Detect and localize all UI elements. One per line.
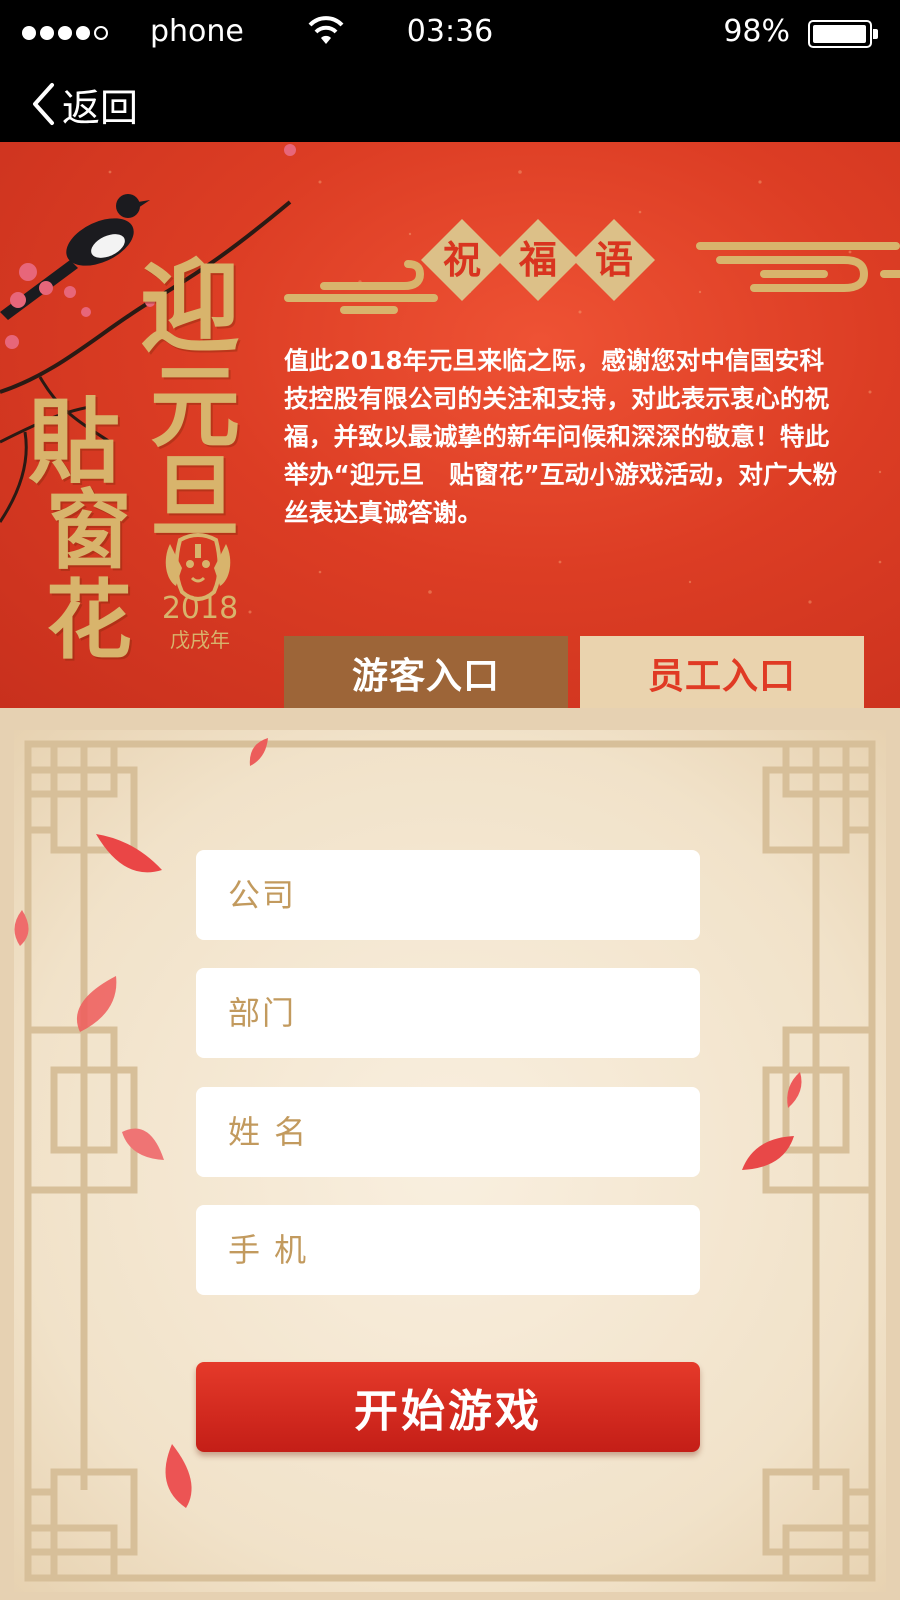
- status-bar: phone 03:36 98%: [0, 0, 900, 66]
- back-label: 返回: [62, 85, 139, 130]
- year-label: 2018: [161, 591, 239, 626]
- name-input[interactable]: [196, 1087, 700, 1177]
- battery-percentage: 98%: [723, 14, 790, 49]
- tab-guest-entry[interactable]: 游客入口: [284, 636, 568, 710]
- phone-input[interactable]: [196, 1205, 700, 1295]
- petal-decoration: [249, 738, 268, 766]
- company-input[interactable]: [196, 850, 700, 940]
- start-game-button[interactable]: 开始游戏: [196, 1362, 700, 1452]
- petal-decoration: [76, 976, 117, 1032]
- petal-decoration: [787, 1072, 802, 1108]
- chevron-left-icon: [33, 83, 54, 125]
- department-input[interactable]: [196, 968, 700, 1058]
- blessing-paragraph: 值此2018年元旦来临之际，感谢您对中信国安科技控股有限公司的关注和支持，对此表…: [284, 346, 838, 527]
- promo-banner: 迎 元 旦 貼 窗 花 2018 戊戌年 祝 福 语 值此2018年元旦来临之际…: [0, 142, 900, 710]
- petal-decoration: [96, 834, 162, 873]
- petal-decoration: [742, 1136, 794, 1170]
- blessing-title-char: 语: [594, 238, 633, 282]
- blessing-title-char: 福: [518, 238, 557, 282]
- battery-icon: [808, 20, 872, 48]
- back-button[interactable]: 返回: [30, 76, 138, 132]
- petal-decoration: [122, 1128, 164, 1160]
- nav-bar: 返回: [0, 66, 900, 142]
- petal-decoration: [14, 910, 29, 946]
- year-sublabel: 戊戌年: [170, 628, 230, 652]
- title-char: 花: [46, 570, 132, 671]
- tab-staff-entry[interactable]: 员工入口: [580, 636, 864, 710]
- petal-decoration: [165, 1444, 192, 1508]
- blessing-title-char: 祝: [442, 238, 481, 282]
